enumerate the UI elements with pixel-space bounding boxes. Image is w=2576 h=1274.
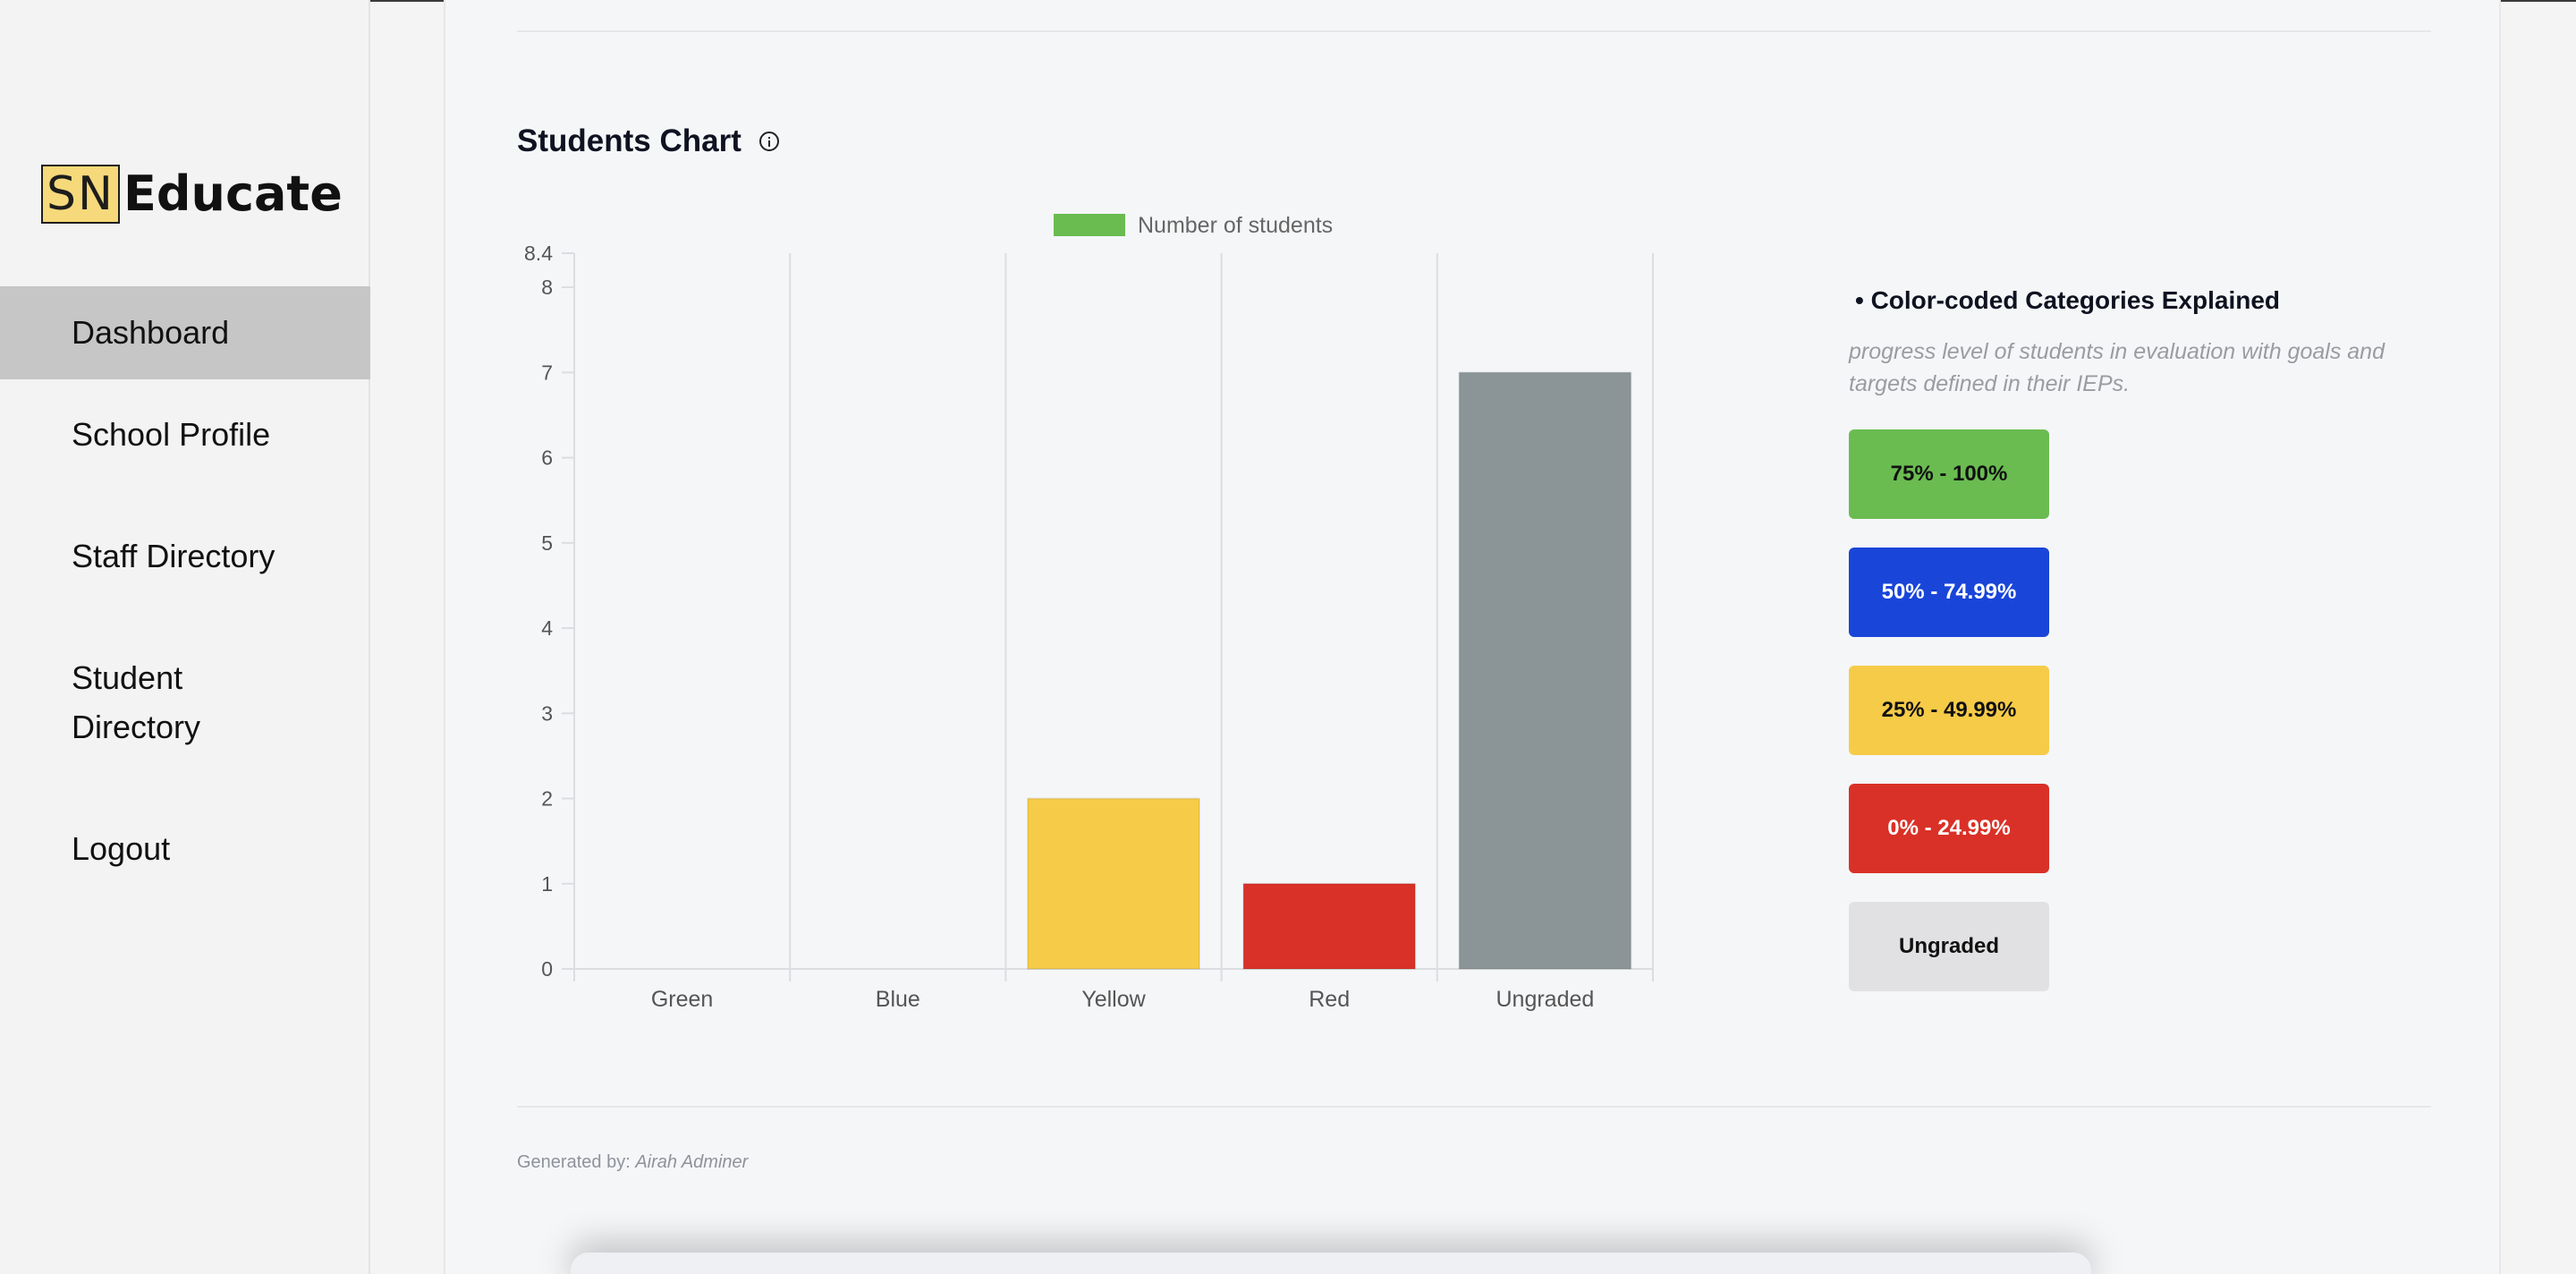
- sidebar-item-student-directory[interactable]: Student Directory: [0, 653, 268, 752]
- y-tick-label: 8.4: [524, 242, 553, 265]
- sidebar-item-staff-directory[interactable]: Staff Directory: [0, 531, 370, 581]
- sidebar-item-dashboard[interactable]: Dashboard: [0, 286, 370, 379]
- chart-heading: Students Chart: [517, 123, 779, 159]
- sidebar-item-school-profile[interactable]: School Profile: [0, 410, 370, 459]
- category-badge-green: 75% - 100%: [1849, 429, 2049, 519]
- y-tick-label: 2: [541, 787, 553, 811]
- generated-by: Generated by: Airah Adminer: [517, 1152, 748, 1173]
- y-tick-label: 8: [541, 276, 553, 299]
- bar-red: [1242, 882, 1417, 970]
- x-tick-label: Green: [651, 987, 713, 1012]
- sidebar: SN Educate Dashboard School Profile Staf…: [0, 0, 370, 1274]
- main-content: Students Chart Number of students 0 1 2 3 4 5 6…: [444, 0, 2501, 1274]
- bar-ungraded: [1458, 371, 1632, 971]
- students-bar-chart: Number of students 0 1 2 3 4 5 6 7 8 8.4 Green Blue Y…: [524, 213, 1654, 1012]
- generated-by-label: Generated by:: [517, 1152, 631, 1172]
- info-circle-icon[interactable]: [758, 132, 779, 151]
- x-tick-label: Blue: [876, 987, 920, 1012]
- x-tick-label: Red: [1309, 987, 1350, 1012]
- y-tick-label: 7: [541, 361, 553, 384]
- legend-swatch: [1054, 214, 1125, 236]
- category-badge-yellow: 25% - 49.99%: [1849, 666, 2049, 755]
- y-tick-label: 1: [541, 872, 553, 896]
- divider: [517, 1106, 2431, 1108]
- chart-title: Students Chart: [517, 123, 741, 158]
- y-tick-label: 6: [541, 446, 553, 470]
- legend-panel-description: progress level of students in evaluation…: [1849, 339, 2385, 396]
- x-tick-label: Yellow: [1081, 987, 1146, 1012]
- divider: [517, 30, 2431, 32]
- logo[interactable]: SN Educate: [41, 165, 343, 224]
- y-tick-label: 4: [541, 616, 553, 640]
- legend-label: Number of students: [1138, 213, 1333, 238]
- generated-by-name: Airah Adminer: [635, 1152, 749, 1172]
- logo-mark: SN: [41, 165, 120, 224]
- x-tick-label: Ungraded: [1496, 987, 1594, 1012]
- legend-panel-title: • Color-coded Categories Explained: [1855, 286, 2281, 314]
- y-tick-label: 5: [541, 531, 553, 555]
- sidebar-item-logout[interactable]: Logout: [0, 824, 370, 873]
- y-tick-label: 0: [541, 957, 553, 981]
- category-badge-red: 0% - 24.99%: [1849, 784, 2049, 873]
- bar-yellow: [1027, 797, 1200, 970]
- category-badge-blue: 50% - 74.99%: [1849, 548, 2049, 637]
- y-tick-label: 3: [541, 701, 553, 725]
- next-card-shadow: [571, 1253, 2091, 1274]
- logo-name: Educate: [123, 166, 343, 222]
- sidebar-nav: Dashboard School Profile Staff Directory…: [0, 286, 370, 873]
- category-badge-ungraded: Ungraded: [1849, 902, 2049, 991]
